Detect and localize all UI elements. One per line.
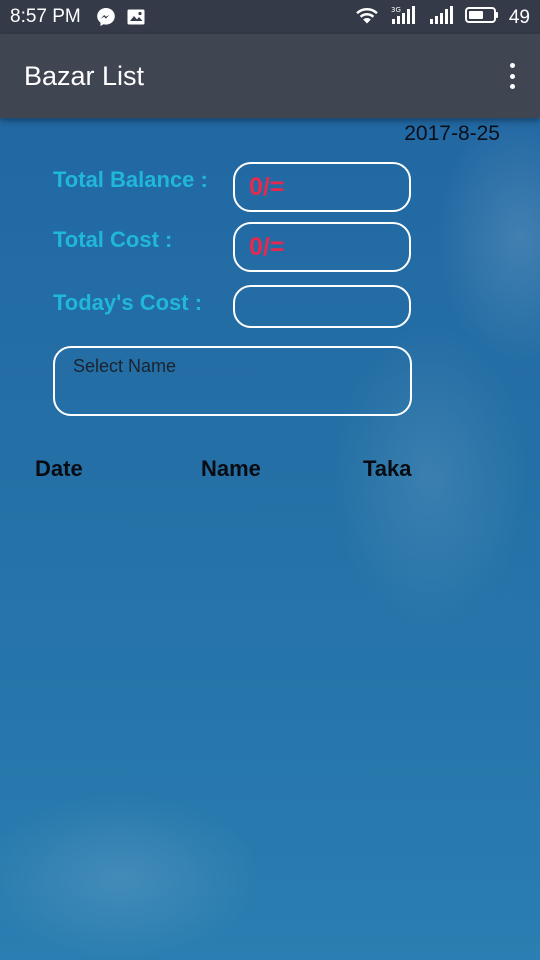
app-bar: Bazar List	[0, 34, 540, 118]
wifi-icon	[355, 5, 379, 30]
image-notification-icon	[126, 7, 146, 32]
total-balance-value: 0/=	[249, 172, 285, 201]
messenger-icon	[96, 7, 116, 32]
svg-text:3G: 3G	[391, 6, 401, 14]
main-content: 2017-8-25 Total Balance : 0/= Total Cost…	[0, 118, 540, 960]
select-name-field[interactable]: Select Name	[53, 346, 412, 416]
total-cost-label: Total Cost :	[53, 227, 173, 252]
battery-percent: 49	[508, 6, 530, 28]
column-header-name: Name	[201, 456, 261, 481]
column-header-taka: Taka	[363, 456, 412, 481]
total-balance-field[interactable]: 0/=	[233, 162, 411, 212]
select-name-placeholder: Select Name	[73, 356, 177, 376]
status-time: 8:57 PM	[10, 6, 81, 27]
signal-3g-icon: 3G	[389, 5, 417, 30]
total-cost-value: 0/=	[249, 232, 285, 261]
signal-icon	[427, 5, 455, 30]
current-date: 2017-8-25	[404, 122, 500, 145]
more-vert-icon[interactable]	[504, 60, 520, 92]
status-system-icons: 3G 49	[355, 5, 530, 30]
status-bar: 8:57 PM 3G 49	[0, 0, 540, 34]
todays-cost-input[interactable]	[233, 285, 411, 328]
total-cost-field[interactable]: 0/=	[233, 222, 411, 272]
battery-icon	[464, 6, 499, 29]
todays-cost-label: Today's Cost :	[53, 290, 203, 315]
status-notification-icons	[96, 7, 146, 32]
total-balance-label: Total Balance :	[53, 167, 208, 192]
column-header-date: Date	[35, 456, 83, 481]
app-title: Bazar List	[24, 61, 145, 91]
